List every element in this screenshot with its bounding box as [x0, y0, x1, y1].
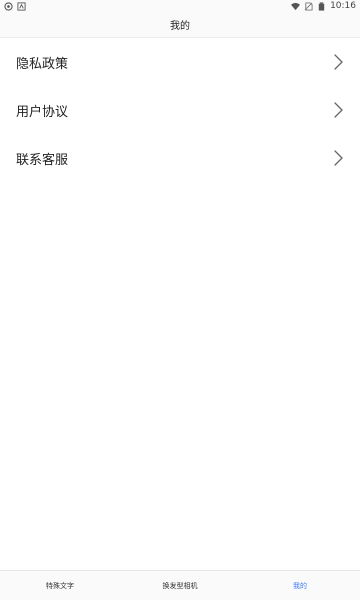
menu-item-label: 联系客服 — [16, 152, 69, 168]
status-time: 10:16 — [330, 1, 356, 11]
menu-item-privacy-policy[interactable]: 隐私政策 — [0, 38, 360, 86]
top-bar: 我的 — [0, 12, 360, 36]
status-left — [4, 1, 26, 11]
tab-mine[interactable]: 我的 — [240, 581, 360, 591]
chevron-right-icon — [334, 54, 343, 70]
menu-item-customer-service[interactable]: 联系客服 — [0, 134, 360, 182]
app-notification-icon — [4, 1, 13, 11]
a-notification-icon — [17, 1, 26, 11]
chevron-right-icon — [334, 150, 343, 166]
battery-icon — [318, 1, 325, 11]
screen: 10:16 我的 隐私政策 用户协议 联系客服 特殊文字 换发型相机 我的 — [0, 0, 360, 600]
menu-item-user-agreement[interactable]: 用户协议 — [0, 86, 360, 134]
bottom-nav: 特殊文字 换发型相机 我的 — [0, 570, 360, 600]
wifi-icon — [291, 2, 301, 10]
no-sim-icon — [304, 1, 313, 11]
status-bar: 10:16 — [0, 0, 360, 12]
menu-item-label: 隐私政策 — [16, 56, 69, 72]
status-right: 10:16 — [291, 1, 356, 11]
chevron-right-icon — [334, 102, 343, 118]
content-panel: 隐私政策 用户协议 联系客服 — [0, 38, 360, 570]
page-title: 我的 — [170, 20, 190, 32]
menu-list: 隐私政策 用户协议 联系客服 — [0, 38, 360, 182]
tab-special-text[interactable]: 特殊文字 — [0, 581, 120, 591]
menu-item-label: 用户协议 — [16, 104, 69, 120]
tab-hairstyle-camera[interactable]: 换发型相机 — [120, 581, 240, 591]
